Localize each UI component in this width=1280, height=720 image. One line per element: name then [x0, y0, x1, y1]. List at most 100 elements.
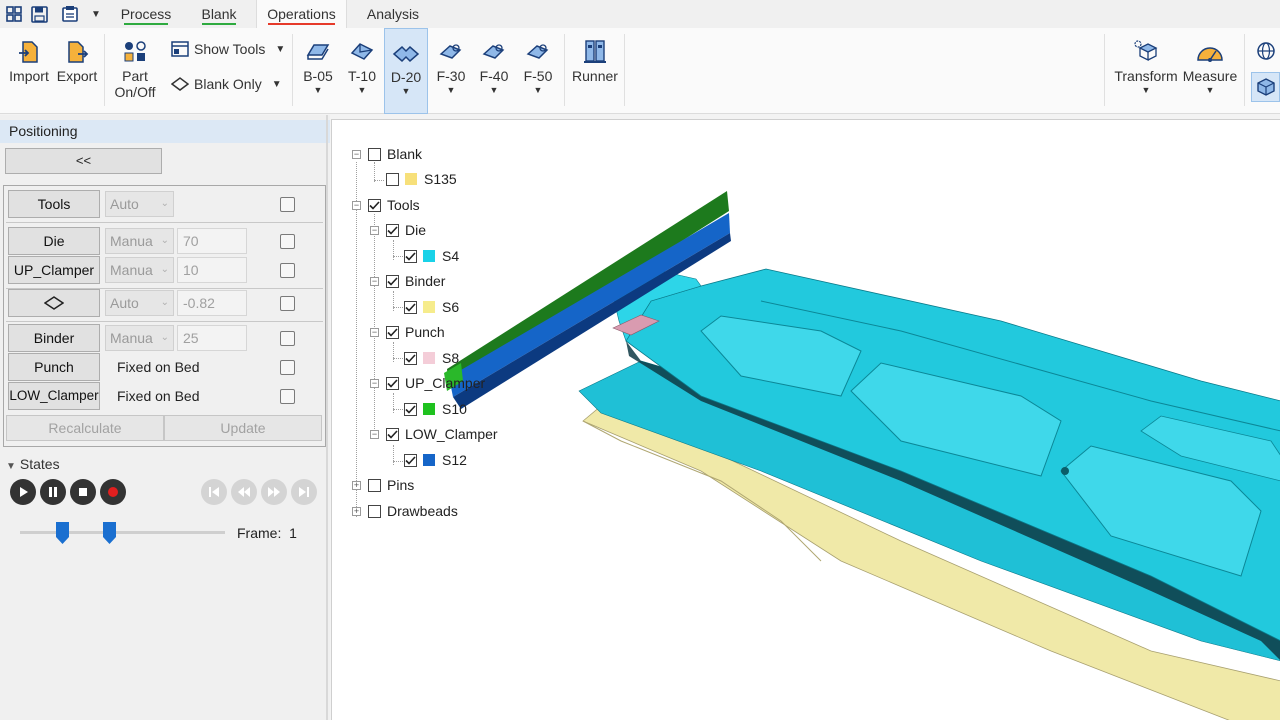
- up-clamper-checkbox[interactable]: [280, 263, 295, 278]
- blank-only-dropdown[interactable]: Blank Only ▼: [170, 71, 282, 97]
- apps-grid-icon[interactable]: [4, 4, 24, 24]
- s6-visibility-checkbox[interactable]: [404, 300, 417, 314]
- tools-checkbox[interactable]: [280, 197, 295, 212]
- tools-mode-select[interactable]: Auto ⌄: [105, 191, 174, 217]
- low-clamper-visibility-checkbox[interactable]: [386, 427, 399, 441]
- blank-checkbox[interactable]: [280, 296, 295, 311]
- record-button[interactable]: [100, 479, 126, 505]
- next-frame-button[interactable]: [261, 479, 287, 505]
- s10-visibility-checkbox[interactable]: [404, 402, 417, 416]
- globe-grid-icon[interactable]: [1255, 40, 1277, 62]
- pins-visibility-checkbox[interactable]: [368, 478, 381, 492]
- tree-collapse-toggle[interactable]: −: [352, 150, 361, 159]
- blank-mode-select[interactable]: Auto ⌄: [105, 290, 174, 316]
- tree-node-low-clamper[interactable]: LOW_Clamper: [386, 424, 498, 444]
- s135-visibility-checkbox[interactable]: [386, 172, 399, 186]
- punch-button[interactable]: Punch: [8, 353, 100, 381]
- low-clamper-button[interactable]: LOW_Clamper: [8, 382, 100, 410]
- drawbeads-visibility-checkbox[interactable]: [368, 504, 381, 518]
- tree-node-s10[interactable]: S10: [404, 399, 467, 419]
- low-clamper-checkbox[interactable]: [280, 389, 295, 404]
- slider-end-thumb[interactable]: [103, 522, 116, 544]
- die-position-input[interactable]: 70: [177, 228, 247, 254]
- die-checkbox[interactable]: [280, 234, 295, 249]
- punch-checkbox[interactable]: [280, 360, 295, 375]
- binder-position-input[interactable]: 25: [177, 325, 247, 351]
- tree-node-die[interactable]: Die: [386, 220, 426, 240]
- tree-node-s135[interactable]: S135: [386, 169, 457, 189]
- show-tools-dropdown[interactable]: Show Tools ▼: [170, 36, 285, 62]
- up-clamper-visibility-checkbox[interactable]: [386, 376, 399, 390]
- tab-operations[interactable]: Operations: [256, 0, 347, 28]
- part-onoff-button[interactable]: Part On/Off: [108, 28, 162, 114]
- die-mode-select[interactable]: Manua ⌄: [105, 228, 174, 254]
- transform-button[interactable]: Transform ▼: [1110, 28, 1182, 114]
- tab-blank[interactable]: Blank: [193, 0, 245, 28]
- tab-analysis[interactable]: Analysis: [359, 0, 427, 28]
- tree-node-s4[interactable]: S4: [404, 246, 459, 266]
- tree-expand-toggle[interactable]: +: [352, 507, 361, 516]
- tree-collapse-toggle[interactable]: −: [370, 277, 379, 286]
- s4-visibility-checkbox[interactable]: [404, 249, 417, 263]
- first-frame-button[interactable]: [201, 479, 227, 505]
- blank-position-button[interactable]: [8, 289, 100, 317]
- tree-expand-toggle[interactable]: +: [352, 481, 361, 490]
- runner-button[interactable]: Runner: [568, 28, 622, 114]
- punch-visibility-checkbox[interactable]: [386, 325, 399, 339]
- tab-process[interactable]: Process: [114, 0, 178, 28]
- update-button[interactable]: Update: [164, 415, 322, 441]
- tools-button[interactable]: Tools: [8, 190, 100, 218]
- viewport-3d[interactable]: − Blank S135 − Tools − Die S4 − Binder S…: [331, 119, 1280, 720]
- quick-access-dropdown-icon[interactable]: ▼: [86, 4, 106, 24]
- tools-visibility-checkbox[interactable]: [368, 198, 381, 212]
- tree-collapse-toggle[interactable]: −: [370, 328, 379, 337]
- tree-collapse-toggle[interactable]: −: [370, 226, 379, 235]
- tree-node-punch[interactable]: Punch: [386, 322, 445, 342]
- tree-node-up-clamper[interactable]: UP_Clamper: [386, 373, 485, 393]
- tree-collapse-toggle[interactable]: −: [370, 379, 379, 388]
- panel-splitter[interactable]: [326, 115, 328, 720]
- tree-node-drawbeads[interactable]: Drawbeads: [368, 501, 458, 521]
- tree-collapse-toggle[interactable]: −: [370, 430, 379, 439]
- die-visibility-checkbox[interactable]: [386, 223, 399, 237]
- collapse-panel-button[interactable]: <<: [5, 148, 162, 174]
- die-button[interactable]: Die: [8, 227, 100, 255]
- prev-frame-button[interactable]: [231, 479, 257, 505]
- last-frame-button[interactable]: [291, 479, 317, 505]
- op-t10-button[interactable]: T-10 ▼: [341, 28, 383, 114]
- export-button[interactable]: Export: [54, 28, 100, 114]
- tree-node-binder[interactable]: Binder: [386, 271, 445, 291]
- tree-node-tools[interactable]: Tools: [368, 195, 420, 215]
- save-icon[interactable]: [29, 4, 49, 24]
- recalculate-button[interactable]: Recalculate: [6, 415, 164, 441]
- binder-button[interactable]: Binder: [8, 324, 100, 352]
- import-button[interactable]: Import: [6, 28, 52, 114]
- blank-visibility-checkbox[interactable]: [368, 147, 381, 161]
- up-clamper-mode-select[interactable]: Manua ⌄: [105, 257, 174, 283]
- op-d20-button[interactable]: D-20 ▼: [384, 28, 428, 114]
- op-b05-button[interactable]: B-05 ▼: [297, 28, 339, 114]
- measure-button[interactable]: Measure ▼: [1182, 28, 1238, 114]
- binder-visibility-checkbox[interactable]: [386, 274, 399, 288]
- up-clamper-position-input[interactable]: 10: [177, 257, 247, 283]
- stop-button[interactable]: [70, 479, 96, 505]
- tree-node-pins[interactable]: Pins: [368, 475, 414, 495]
- blank-position-input[interactable]: -0.82: [177, 290, 247, 316]
- op-f50-button[interactable]: F-50 ▼: [517, 28, 559, 114]
- clipboard-icon[interactable]: [60, 4, 80, 24]
- play-button[interactable]: [10, 479, 36, 505]
- op-f40-button[interactable]: F-40 ▼: [473, 28, 515, 114]
- op-f30-button[interactable]: F-30 ▼: [430, 28, 472, 114]
- slider-start-thumb[interactable]: [56, 522, 69, 544]
- pause-button[interactable]: [40, 479, 66, 505]
- tree-node-s12[interactable]: S12: [404, 450, 467, 470]
- tree-node-s6[interactable]: S6: [404, 297, 459, 317]
- frame-slider-track[interactable]: [20, 531, 225, 534]
- s12-visibility-checkbox[interactable]: [404, 453, 417, 467]
- binder-mode-select[interactable]: Manua ⌄: [105, 325, 174, 351]
- up-clamper-button[interactable]: UP_Clamper: [8, 256, 100, 284]
- binder-checkbox[interactable]: [280, 331, 295, 346]
- states-section-header[interactable]: ▼ States: [6, 456, 60, 472]
- cube-view-icon[interactable]: [1251, 72, 1280, 102]
- tree-node-blank[interactable]: Blank: [368, 144, 422, 164]
